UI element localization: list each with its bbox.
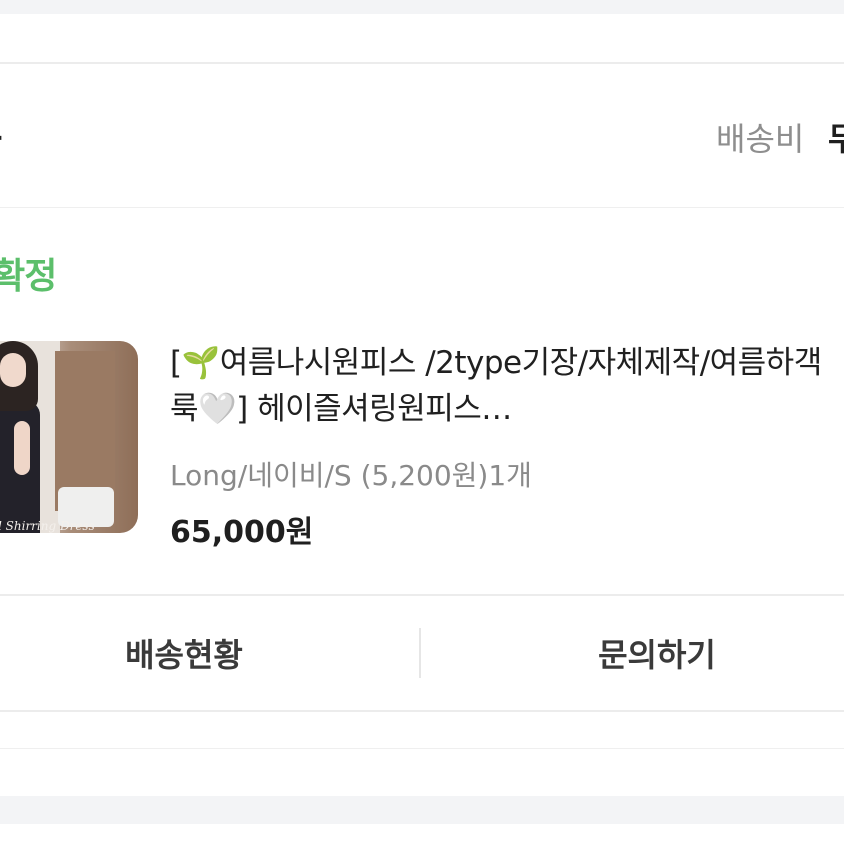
seller-name[interactable]: 는 <box>0 108 3 168</box>
button-divider <box>419 628 421 678</box>
shipping-fee-value: 무 <box>828 120 844 158</box>
order-card-page: 는 배송비 무 배확정 l Shirring Dress [🌱여름나시원피스 /… <box>0 0 844 844</box>
divider-top <box>0 62 844 64</box>
bottom-separator-band <box>0 796 844 824</box>
inquiry-button[interactable]: 문의하기 <box>422 596 844 710</box>
product-option: Long/네이비/S (5,200원)1개 <box>170 459 532 492</box>
divider-seller <box>0 207 844 208</box>
thumbnail-arm <box>14 421 30 475</box>
shipping-fee-label: 배송비 <box>716 120 805 158</box>
delivery-status-label: 배송현황 <box>125 636 243 674</box>
bottom-area <box>0 824 844 844</box>
divider-actions-bottom <box>0 710 844 712</box>
product-title[interactable]: [🌱여름나시원피스 /2type기장/자체제작/여름하객룩🤍] 헤이즐셔링원피스… <box>170 340 830 432</box>
sprout-icon: 🌱 <box>181 345 221 381</box>
thumbnail-face <box>0 353 26 387</box>
inquiry-label: 문의하기 <box>598 636 716 674</box>
thumbnail-caption: l Shirring Dress <box>0 519 95 533</box>
product-thumbnail[interactable]: l Shirring Dress <box>0 341 138 533</box>
divider-lower <box>0 748 844 749</box>
delivery-status-button[interactable]: 배송현황 <box>0 596 420 710</box>
product-price: 65,000원 <box>170 515 314 550</box>
order-status: 배확정 <box>0 256 57 297</box>
title-part2: ] 헤이즐셔링원피스… <box>236 391 512 427</box>
title-prefix: [ <box>170 345 182 381</box>
white-heart-icon: 🤍 <box>198 391 237 427</box>
top-separator-band <box>0 0 844 14</box>
